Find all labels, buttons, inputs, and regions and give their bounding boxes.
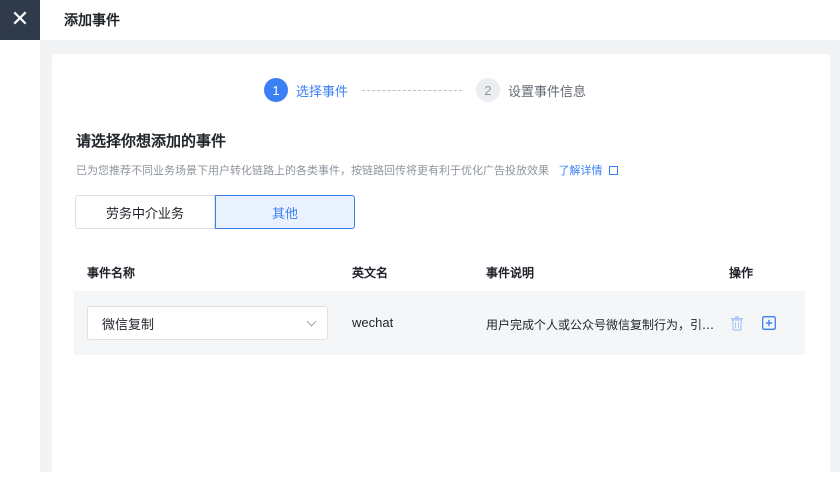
learn-more-link[interactable]: 了解详情 bbox=[559, 164, 603, 177]
table-row: 微信复制 wechat 用户完成个人或公众号微信复制行为，引导用户添加微信 bbox=[74, 291, 805, 355]
column-header-description: 事件说明 bbox=[486, 266, 535, 280]
dialog-header: 添加事件 bbox=[40, 0, 840, 40]
tab-labor-agency[interactable]: 劳务中介业务 bbox=[75, 195, 215, 229]
external-link-icon[interactable] bbox=[609, 166, 618, 175]
trash-icon[interactable] bbox=[730, 316, 744, 331]
step-2-number: 2 bbox=[476, 78, 501, 102]
dialog-title: 添加事件 bbox=[64, 13, 120, 29]
close-button[interactable]: ✕ bbox=[0, 0, 40, 40]
section-title: 请选择你想添加的事件 bbox=[76, 132, 227, 150]
column-header-actions: 操作 bbox=[729, 266, 754, 280]
step-2-label: 设置事件信息 bbox=[508, 84, 587, 100]
add-icon[interactable] bbox=[762, 316, 776, 330]
step-1-label: 选择事件 bbox=[296, 84, 349, 100]
section-description: 已为您推荐不同业务场景下用户转化链路上的各类事件，按链路回传将更有利于优化广告投… bbox=[76, 162, 618, 178]
step-1-number: 1 bbox=[264, 78, 288, 102]
chevron-down-icon bbox=[306, 316, 317, 327]
english-name-cell: wechat bbox=[352, 315, 394, 330]
stepper: 1 选择事件 2 设置事件信息 bbox=[264, 78, 586, 102]
description-text: 已为您推荐不同业务场景下用户转化链路上的各类事件，按链路回传将更有利于优化广告投… bbox=[76, 164, 549, 177]
description-cell: 用户完成个人或公众号微信复制行为，引导用户添加微信 bbox=[486, 318, 716, 332]
close-icon: ✕ bbox=[10, 7, 30, 32]
tab-other[interactable]: 其他 bbox=[215, 195, 355, 229]
column-header-english-name: 英文名 bbox=[352, 266, 389, 280]
content-panel: 1 选择事件 2 设置事件信息 请选择你想添加的事件 已为您推荐不同业务场景下用… bbox=[52, 54, 830, 472]
event-name-value: 微信复制 bbox=[102, 317, 155, 333]
category-tabs: 劳务中介业务 其他 bbox=[75, 195, 355, 229]
event-name-select[interactable]: 微信复制 bbox=[87, 306, 328, 340]
step-connector bbox=[362, 89, 463, 91]
column-header-event-name: 事件名称 bbox=[87, 266, 136, 280]
